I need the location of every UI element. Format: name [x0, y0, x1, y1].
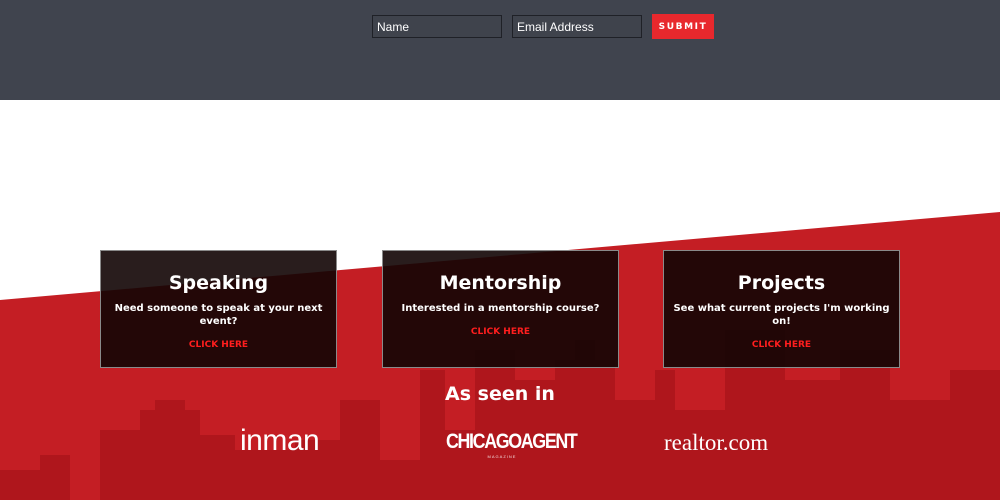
- email-field[interactable]: [512, 15, 642, 38]
- card-title: Mentorship: [439, 272, 562, 294]
- services-section: Speaking Need someone to speak at your n…: [0, 100, 1000, 500]
- inman-logo: inman: [240, 424, 320, 457]
- mentorship-click-here-link[interactable]: CLICK HERE: [471, 327, 530, 337]
- card-title: Projects: [737, 272, 826, 294]
- as-seen-in-heading: As seen in: [445, 383, 555, 405]
- submit-button[interactable]: SUBMIT: [652, 14, 714, 39]
- card-description: Need someone to speak at your next event…: [114, 303, 323, 327]
- card-description: Interested in a mentorship course?: [401, 303, 600, 314]
- projects-click-here-link[interactable]: CLICK HERE: [752, 340, 811, 350]
- speaking-card: Speaking Need someone to speak at your n…: [100, 250, 337, 368]
- speaking-click-here-link[interactable]: CLICK HERE: [189, 340, 248, 350]
- card-title: Speaking: [168, 272, 269, 294]
- realtor-com-logo: realtor.com: [664, 430, 769, 455]
- chicago-agent-wordmark: CHICAGOAGENT: [446, 430, 578, 453]
- projects-card: Projects See what current projects I'm w…: [663, 250, 900, 368]
- mentorship-card: Mentorship Interested in a mentorship co…: [382, 250, 619, 368]
- card-description: See what current projects I'm working on…: [673, 303, 890, 327]
- chicago-agent-subtitle: MAGAZINE: [487, 454, 517, 459]
- name-field[interactable]: [372, 15, 502, 38]
- chicago-agent-logo: CHICAGOAGENT MAGAZINE: [446, 430, 578, 459]
- signup-bar: SUBMIT: [0, 0, 1000, 100]
